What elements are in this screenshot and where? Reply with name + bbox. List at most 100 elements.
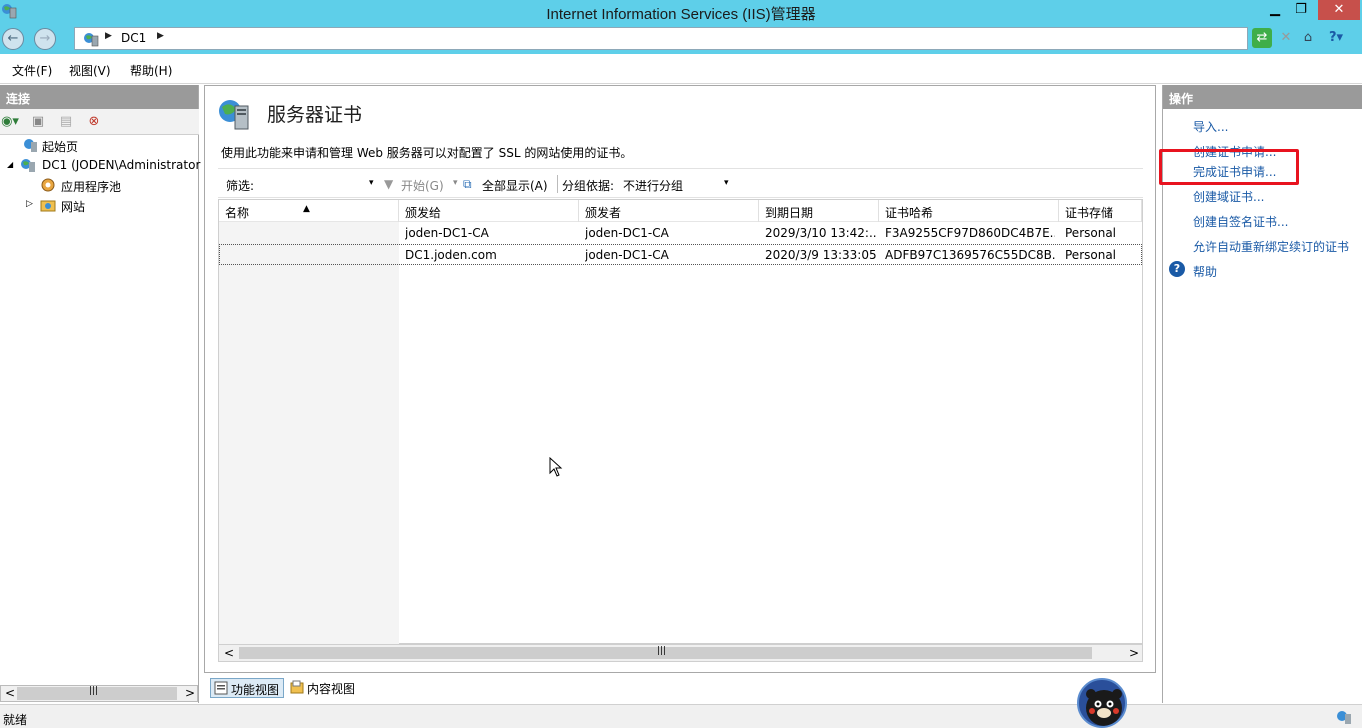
start-filter-button[interactable]: 开始(G) bbox=[401, 177, 444, 194]
avatar bbox=[1077, 678, 1127, 728]
title-bar: Internet Information Services (IIS)管理器 ▁… bbox=[0, 0, 1362, 24]
content-view-icon bbox=[290, 680, 304, 694]
tree-item-label: 起始页 bbox=[42, 140, 79, 154]
scroll-grip-icon: ||| bbox=[657, 646, 667, 656]
help-icon: ? bbox=[1169, 261, 1185, 277]
expanded-arrow-icon[interactable]: ◢ bbox=[7, 160, 13, 169]
disconnect-icon[interactable]: ⊗ bbox=[84, 112, 104, 132]
up-icon[interactable]: ▤ bbox=[56, 112, 76, 132]
collapsed-arrow-icon[interactable]: ▷ bbox=[26, 199, 33, 209]
tree-horizontal-scrollbar[interactable]: < ||| > bbox=[0, 685, 198, 702]
maximize-button[interactable]: ❐ bbox=[1288, 0, 1314, 20]
app-pool-icon bbox=[41, 178, 55, 192]
tree-item-app-pools[interactable]: 应用程序池 bbox=[0, 175, 199, 195]
feature-panel: 服务器证书 使用此功能来申请和管理 Web 服务器可以对配置了 SSL 的网站使… bbox=[204, 85, 1156, 673]
status-text: 就绪 bbox=[3, 713, 28, 727]
group-by-dropdown-icon[interactable]: ▾ bbox=[724, 178, 729, 188]
filter-dropdown-icon[interactable]: ▾ bbox=[369, 178, 374, 188]
column-header-issuer[interactable]: 颁发者 bbox=[579, 200, 759, 222]
page-title: 服务器证书 bbox=[267, 104, 363, 126]
mouse-cursor-icon bbox=[549, 457, 563, 477]
actions-header: 操作 bbox=[1163, 85, 1362, 109]
cell-expiration: 2029/3/10 13:42:... bbox=[765, 226, 877, 240]
sort-ascending-icon: ▲ bbox=[303, 204, 310, 214]
connect-icon[interactable]: ◉▾ bbox=[0, 112, 20, 132]
stop-icon[interactable]: ✕ bbox=[1276, 28, 1296, 48]
tab-content-view[interactable]: 内容视图 bbox=[287, 678, 359, 698]
breadcrumb-separator-icon[interactable]: ▶ bbox=[157, 31, 164, 41]
cell-issuer: joden-DC1-CA bbox=[585, 248, 669, 262]
server-status-icon bbox=[1337, 711, 1351, 724]
connections-header: 连接 bbox=[0, 85, 198, 109]
funnel-icon: ▼ bbox=[384, 177, 394, 191]
table-row[interactable]: DC1.joden.com joden-DC1-CA 2020/3/9 13:3… bbox=[219, 244, 1142, 265]
breadcrumb-dc1[interactable]: DC1 bbox=[121, 31, 146, 45]
name-column-background bbox=[219, 200, 399, 645]
table-header: 名称 ▲ 颁发给 颁发者 到期日期 证书哈希 证书存储 bbox=[219, 200, 1142, 222]
back-button[interactable]: ← bbox=[2, 28, 24, 50]
tree-item-label: 应用程序池 bbox=[61, 180, 122, 194]
filter-input[interactable] bbox=[260, 174, 380, 193]
show-all-icon: ⧉ bbox=[463, 177, 472, 191]
connections-toolbar: ◉▾ ▣ ▤ ⊗ bbox=[0, 109, 199, 135]
tree-item-label: DC1 (JODEN\Administrator bbox=[42, 158, 201, 172]
address-bar[interactable]: ▶ DC1 ▶ bbox=[74, 27, 1248, 50]
action-help[interactable]: 帮助 bbox=[1193, 263, 1217, 280]
server-icon bbox=[21, 159, 35, 172]
action-create-self-signed-cert[interactable]: 创建自签名证书... bbox=[1193, 213, 1288, 230]
menu-bar: 文件(F) 视图(V) 帮助(H) bbox=[0, 54, 1362, 84]
tab-features-view[interactable]: 功能视图 bbox=[210, 678, 285, 698]
show-all-button[interactable]: 全部显示(A) bbox=[482, 177, 548, 194]
start-page-icon bbox=[24, 139, 37, 152]
column-header-hash[interactable]: 证书哈希 bbox=[879, 200, 1059, 222]
menu-help[interactable]: 帮助(H) bbox=[130, 62, 172, 79]
scroll-right-icon[interactable]: > bbox=[1129, 646, 1139, 660]
sites-folder-icon bbox=[40, 200, 56, 212]
column-header-name[interactable]: 名称 ▲ bbox=[219, 200, 399, 222]
tree-item-server[interactable]: ◢ DC1 (JODEN\Administrator bbox=[0, 155, 201, 175]
features-view-icon bbox=[214, 681, 228, 695]
action-create-domain-cert[interactable]: 创建域证书... bbox=[1193, 188, 1264, 205]
tree-item-sites[interactable]: ▷ 网站 bbox=[0, 195, 199, 215]
scroll-right-icon[interactable]: > bbox=[185, 686, 195, 700]
home-icon[interactable]: ⌂ bbox=[1298, 28, 1318, 48]
scroll-left-icon[interactable]: < bbox=[5, 686, 15, 700]
menu-view[interactable]: 视图(V) bbox=[69, 62, 111, 79]
refresh-icon[interactable]: ⇄ bbox=[1252, 28, 1272, 48]
tree-item-label: 网站 bbox=[61, 200, 86, 214]
tree-item-start-page[interactable]: 起始页 bbox=[0, 135, 199, 155]
action-import[interactable]: 导入... bbox=[1193, 118, 1228, 135]
window-title: Internet Information Services (IIS)管理器 bbox=[546, 6, 816, 23]
cell-issued-to: DC1.joden.com bbox=[405, 248, 497, 262]
help-icon[interactable]: ?▾ bbox=[1326, 28, 1346, 48]
column-header-expiration[interactable]: 到期日期 bbox=[759, 200, 879, 222]
cell-issued-to: joden-DC1-CA bbox=[405, 226, 489, 240]
view-tabs: 功能视图 内容视图 bbox=[204, 676, 1156, 700]
toolbar-divider bbox=[557, 175, 558, 193]
forward-button[interactable]: → bbox=[34, 28, 56, 50]
menu-file[interactable]: 文件(F) bbox=[12, 62, 52, 79]
group-by-select[interactable]: 不进行分组 bbox=[623, 177, 683, 194]
scroll-left-icon[interactable]: < bbox=[224, 646, 234, 660]
server-certificates-icon bbox=[219, 100, 249, 130]
close-button[interactable]: ✕ bbox=[1318, 0, 1360, 20]
action-enable-auto-rebind[interactable]: 允许自动重新绑定续订的证书 bbox=[1193, 238, 1349, 255]
table-row[interactable]: joden-DC1-CA joden-DC1-CA 2029/3/10 13:4… bbox=[219, 223, 1142, 244]
minimize-button[interactable]: ▁ bbox=[1262, 0, 1288, 20]
cell-expiration: 2020/3/9 13:33:05 bbox=[765, 248, 877, 262]
certificates-table: 名称 ▲ 颁发给 颁发者 到期日期 证书哈希 证书存储 joden-DC1-CA… bbox=[218, 199, 1143, 645]
column-header-issued-to[interactable]: 颁发给 bbox=[399, 200, 579, 222]
page-description: 使用此功能来申请和管理 Web 服务器可以对配置了 SSL 的网站使用的证书。 bbox=[221, 146, 633, 160]
save-icon[interactable]: ▣ bbox=[28, 112, 48, 132]
filter-label: 筛选: bbox=[226, 179, 255, 193]
table-horizontal-scrollbar[interactable]: < ||| > bbox=[218, 644, 1143, 662]
start-dropdown-icon[interactable]: ▾ bbox=[453, 178, 458, 188]
breadcrumb-separator-icon[interactable]: ▶ bbox=[105, 31, 112, 41]
status-bar: 就绪 bbox=[0, 704, 1362, 728]
cell-hash: F3A9255CF97D860DC4B7E... bbox=[885, 226, 1055, 240]
scroll-grip-icon: ||| bbox=[89, 686, 99, 696]
column-header-store[interactable]: 证书存储 bbox=[1059, 200, 1142, 222]
address-toolbar: ← → ▶ DC1 ▶ ⇄ ✕ ⌂ ?▾ bbox=[0, 24, 1362, 54]
group-by-label: 分组依据: bbox=[562, 179, 615, 193]
connections-pane: 连接 ◉▾ ▣ ▤ ⊗ 起始页 ◢ DC1 (JODEN\Administrat… bbox=[0, 85, 201, 703]
